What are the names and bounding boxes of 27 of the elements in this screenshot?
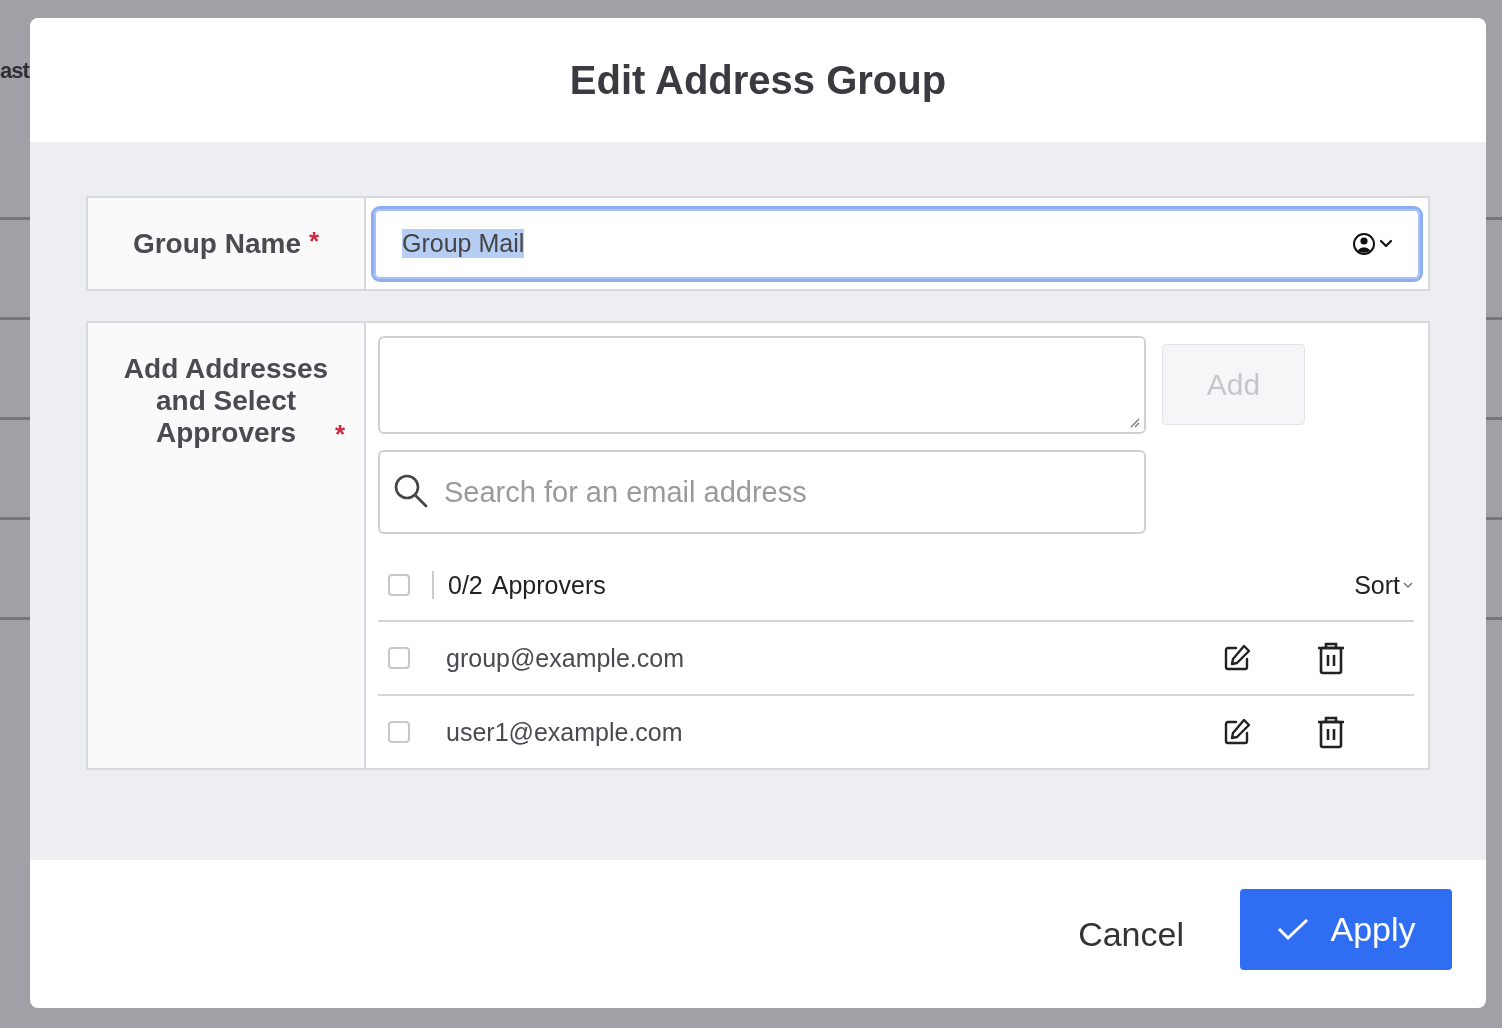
caret-icon (1402, 580, 1414, 590)
required-mark: * (334, 421, 345, 447)
delete-icon[interactable] (1316, 715, 1346, 749)
group-name-field[interactable]: Group Mail (374, 208, 1420, 279)
approvers-label: Approvers (491, 570, 606, 600)
edit-icon[interactable] (1222, 643, 1252, 673)
select-all-checkbox[interactable] (388, 574, 410, 596)
apply-button[interactable]: Apply (1240, 888, 1452, 970)
email-address: group@example.com (446, 643, 684, 673)
resize-handle-icon[interactable] (1128, 416, 1140, 428)
edit-icon[interactable] (1222, 717, 1252, 747)
entry-checkbox[interactable] (388, 721, 410, 743)
entry-checkbox[interactable] (388, 647, 410, 669)
page-heading: ast (0, 57, 30, 85)
field-label: Add Addresses and Select Approvers (123, 353, 329, 449)
sort-dropdown[interactable]: Sort (1354, 570, 1414, 600)
required-mark: * (308, 227, 320, 254)
search-field[interactable]: Search for an email address (378, 450, 1146, 534)
cancel-button[interactable]: Cancel (1078, 914, 1184, 954)
delete-icon[interactable] (1316, 641, 1346, 675)
check-icon (1276, 916, 1311, 942)
field-label: Group Name (132, 227, 301, 260)
address-input[interactable] (378, 336, 1146, 434)
email-address: user1@example.com (446, 717, 683, 747)
search-icon (392, 472, 430, 510)
approver-count: 0/2 (448, 570, 483, 600)
dialog-title: Edit Address Group (569, 57, 947, 103)
